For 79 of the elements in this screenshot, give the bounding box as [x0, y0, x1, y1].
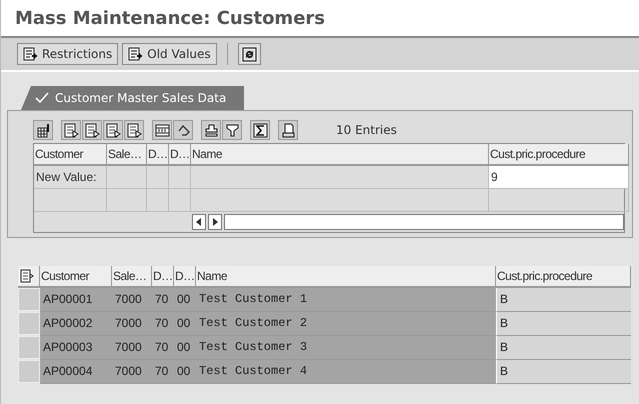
list-arrow-button[interactable]: [82, 120, 102, 140]
table-cell: B: [496, 360, 631, 384]
table-cell: 70: [152, 336, 174, 360]
table-cell: [169, 189, 191, 212]
toolbar-button[interactable]: Restrictions: [17, 43, 118, 65]
input-field[interactable]: 9: [489, 166, 629, 189]
table-cell: B: [496, 288, 631, 312]
select-all-icon[interactable]: [18, 266, 40, 288]
table-cell: Test Customer 4: [196, 360, 496, 384]
print-button[interactable]: [278, 120, 298, 140]
table-cell: 7000: [112, 336, 152, 360]
list-filter-icon: [126, 122, 142, 138]
list-arrow-icon: [106, 122, 120, 138]
list-arrow-icon: [84, 122, 100, 138]
table-cell: 7000: [112, 312, 152, 336]
column-header[interactable]: Cust.pric.procedure: [489, 144, 629, 166]
table-cell: 00: [174, 288, 196, 312]
table-cell: 7000: [112, 288, 152, 312]
column-header[interactable]: D…: [174, 266, 196, 288]
table-cell: [107, 189, 147, 212]
column-header[interactable]: Cust.pric.procedure: [496, 266, 631, 288]
column-layout-button[interactable]: [33, 120, 53, 140]
triangle-left-icon: [196, 218, 202, 226]
table-cell: Test Customer 1: [196, 288, 496, 312]
grid-expand-icon: [154, 122, 170, 138]
list-arrow-icon: [64, 122, 78, 138]
document-arrow-icon: [20, 269, 34, 283]
scroll-left-button[interactable]: [192, 214, 206, 230]
table-cell: [107, 166, 147, 189]
filter-icon: [224, 122, 240, 138]
print-icon: [280, 122, 296, 138]
toolbar-button[interactable]: Old Values: [122, 43, 217, 65]
column-layout-icon: [36, 122, 50, 138]
window-title: Mass Maintenance: Customers: [15, 8, 325, 28]
table-cell: Test Customer 2: [196, 312, 496, 336]
table-cell: [169, 166, 191, 189]
column-header[interactable]: Name: [191, 144, 489, 166]
table-cell: AP00002: [40, 312, 112, 336]
table-cell: New Value:: [34, 166, 107, 189]
list-arrow-button[interactable]: [103, 120, 123, 140]
column-header[interactable]: D…: [169, 144, 191, 166]
list-arrow-button[interactable]: [61, 120, 81, 140]
document-plus-icon: [128, 46, 144, 62]
table-cell: AP00001: [40, 288, 112, 312]
triangle-right-icon: [212, 218, 218, 226]
column-header[interactable]: Customer: [40, 266, 112, 288]
table-cell: 00: [174, 360, 196, 384]
tab[interactable]: Customer Master Sales Data: [21, 86, 244, 110]
sum-icon: [252, 122, 268, 138]
table-cell: [147, 189, 169, 212]
grid-expand-button[interactable]: [152, 120, 172, 140]
column-header[interactable]: Name: [196, 266, 496, 288]
table-cell: B: [496, 312, 631, 336]
table-cell: AP00003: [40, 336, 112, 360]
scroll-right-button[interactable]: [208, 214, 222, 230]
entries-count: 10 Entries: [336, 123, 397, 137]
column-header[interactable]: Sale…: [107, 144, 147, 166]
refresh-icon: [242, 46, 257, 62]
document-plus-icon: [23, 46, 38, 62]
table-cell: 00: [174, 336, 196, 360]
table-cell: Test Customer 3: [196, 336, 496, 360]
column-header[interactable]: Sale…: [112, 266, 152, 288]
table-cell: 70: [152, 312, 174, 336]
table-cell: 7000: [112, 360, 152, 384]
list-filter-button[interactable]: [124, 120, 144, 140]
table-cell: 70: [152, 288, 174, 312]
checkmark-icon: [35, 92, 49, 104]
filter-button[interactable]: [222, 120, 242, 140]
table-cell: 00: [174, 312, 196, 336]
table-cell: 70: [152, 360, 174, 384]
column-header[interactable]: D…: [147, 144, 169, 166]
sum-button[interactable]: [250, 120, 270, 140]
table-cell: B: [496, 336, 631, 360]
scrollbar[interactable]: [224, 214, 624, 230]
column-header[interactable]: Customer: [34, 144, 107, 166]
refresh-button[interactable]: [238, 43, 261, 65]
column-header[interactable]: D…: [152, 266, 174, 288]
table-cell: [147, 166, 169, 189]
table-cell: AP00004: [40, 360, 112, 384]
